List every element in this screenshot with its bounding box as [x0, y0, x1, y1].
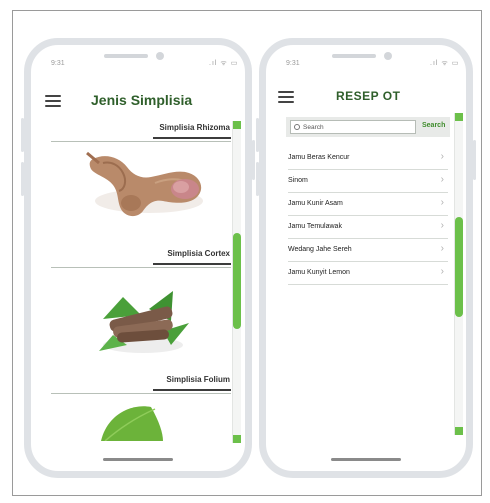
page-title: RESEP OT [336, 89, 401, 103]
status-icons: .ıl ᯤ ▭ [209, 60, 239, 67]
section-underline [153, 137, 231, 139]
page-title: Jenis Simplisia [91, 92, 193, 108]
search-input[interactable]: Search [290, 120, 416, 134]
status-icons: .ıl ᯤ ▭ [430, 60, 460, 67]
hamburger-menu-icon[interactable] [278, 91, 294, 103]
section-underline [153, 263, 231, 265]
phone-notch [104, 51, 172, 61]
right-phone-screen: 9:31 .ıl ᯤ ▭ RESEP OT Search Search Jamu… [259, 38, 473, 478]
scrollbar[interactable] [232, 121, 241, 443]
section-divider [51, 267, 231, 268]
section-label-rhizoma[interactable]: Simplisia Rhizoma [135, 123, 230, 132]
chevron-right-icon: › [440, 266, 444, 277]
list-item[interactable]: Jamu Kunyit Lemon › [288, 262, 448, 285]
section-label-folium[interactable]: Simplisia Folium [135, 375, 230, 384]
scrollbar[interactable] [454, 113, 463, 435]
scrollbar-thumb[interactable] [233, 233, 241, 329]
chevron-right-icon: › [440, 243, 444, 254]
home-indicator[interactable] [331, 458, 401, 461]
status-time: 9:31 [286, 60, 300, 67]
rhizome-image[interactable] [85, 145, 211, 223]
section-underline [153, 389, 231, 391]
left-phone-power-button [252, 140, 255, 180]
right-phone-power-button [473, 140, 476, 180]
section-label-cortex[interactable]: Simplisia Cortex [135, 249, 230, 258]
chevron-right-icon: › [440, 151, 444, 162]
chevron-right-icon: › [440, 174, 444, 185]
leaf-image[interactable] [97, 401, 167, 441]
phone-notch [332, 51, 400, 61]
list-item[interactable]: Jamu Kunir Asam › [288, 193, 448, 216]
scrollbar-thumb[interactable] [455, 217, 463, 317]
list-item[interactable]: Sinom › [288, 170, 448, 193]
status-time: 9:31 [51, 60, 65, 67]
section-divider [51, 141, 231, 142]
search-icon [294, 124, 300, 130]
search-placeholder: Search [303, 124, 324, 131]
section-divider [51, 393, 231, 394]
list-item[interactable]: Jamu Temulawak › [288, 216, 448, 239]
chevron-right-icon: › [440, 197, 444, 208]
chevron-right-icon: › [440, 220, 444, 231]
bark-image[interactable] [93, 279, 193, 359]
scroll-down-arrow-icon[interactable] [233, 435, 241, 443]
left-phone-screen: 9:31 .ıl ᯤ ▭ Jenis Simplisia Simplisia R… [24, 38, 252, 478]
home-indicator[interactable] [103, 458, 173, 461]
scroll-down-arrow-icon[interactable] [455, 427, 463, 435]
search-button[interactable]: Search [422, 122, 445, 129]
scroll-up-arrow-icon[interactable] [455, 113, 463, 121]
list-item[interactable]: Jamu Beras Kencur › [288, 147, 448, 170]
list-item[interactable]: Wedang Jahe Sereh › [288, 239, 448, 262]
hamburger-menu-icon[interactable] [45, 95, 61, 107]
scroll-up-arrow-icon[interactable] [233, 121, 241, 129]
